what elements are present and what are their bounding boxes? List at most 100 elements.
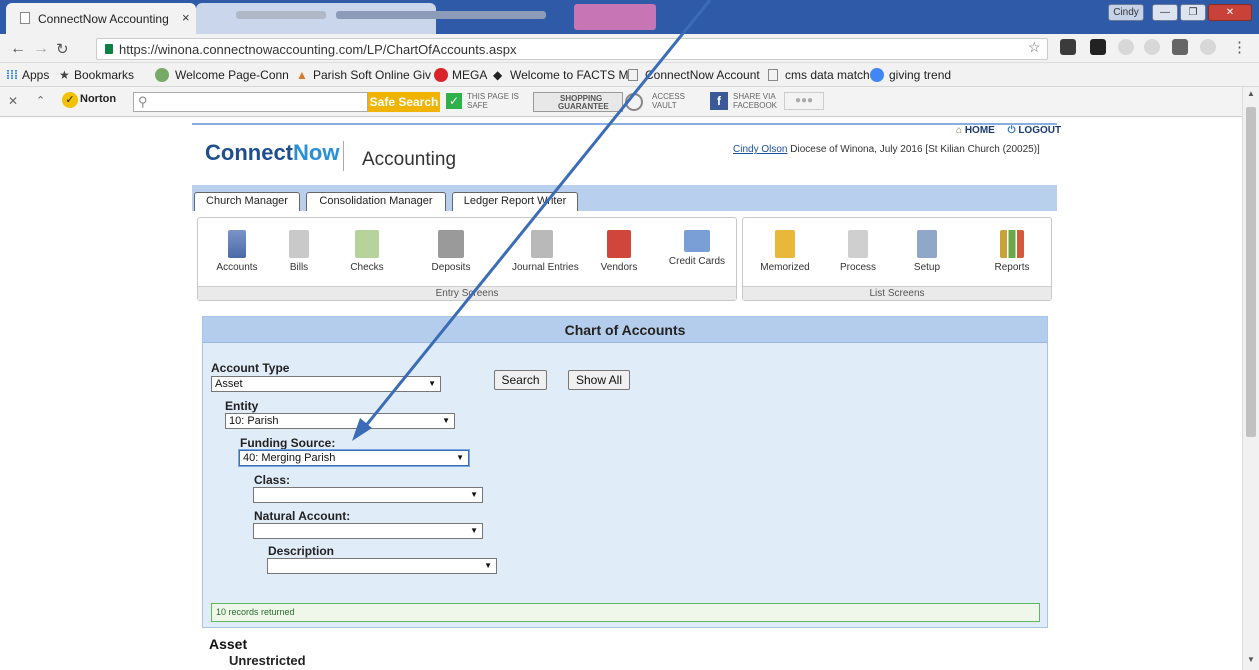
bookmark-parish-soft[interactable]: Parish Soft Online Giv [313, 68, 431, 82]
scroll-down-icon[interactable]: ▼ [1247, 655, 1255, 664]
blurred-image [574, 4, 656, 30]
logout-link[interactable]: LOGOUT [1018, 125, 1061, 136]
bookmark-connectnow[interactable]: ConnectNow Account [645, 68, 760, 82]
entity-label: Entity [225, 399, 259, 413]
tab-connectnow[interactable]: ConnectNow Accounting × [6, 3, 196, 34]
app-title: Accounting [362, 149, 457, 170]
class-select[interactable]: ▼ [253, 487, 483, 503]
journal-icon [531, 230, 553, 258]
bills-button[interactable]: Bills [269, 230, 329, 273]
reload-icon[interactable]: ↻ [56, 40, 69, 58]
vault-line2[interactable]: VAULT [652, 101, 677, 110]
bookmark-bookmarks[interactable]: Bookmarks [74, 68, 134, 82]
bookmarks-bar: ⁞⁞⁞ Apps ★ Bookmarks Welcome Page-Conn ▲… [0, 63, 1259, 87]
dropdown-arrow-icon: ▼ [428, 379, 436, 388]
profile-button[interactable]: Cindy [1108, 4, 1144, 21]
extension-icon[interactable] [1144, 39, 1160, 55]
vendors-button[interactable]: Vendors [589, 230, 649, 273]
shopping-guarantee-badge[interactable]: SHOPPING GUARANTEE [533, 92, 623, 112]
search-button[interactable]: Search [494, 370, 547, 390]
extension-icon[interactable] [1172, 39, 1188, 55]
back-icon[interactable]: ← [10, 40, 26, 58]
checks-button[interactable]: Checks [337, 230, 397, 273]
menu-icon[interactable]: ⋮ [1232, 38, 1247, 56]
setup-icon [917, 230, 937, 258]
account-type-label: Account Type [211, 361, 290, 375]
user-link[interactable]: Cindy Olson [733, 144, 787, 155]
tab-church-manager[interactable]: Church Manager [194, 192, 300, 211]
more-icon[interactable]: ●●● [784, 92, 824, 110]
logout-icon[interactable]: ⏻ [1008, 125, 1016, 136]
extension-icon[interactable] [1118, 39, 1134, 55]
asset-group-heading: Asset [209, 636, 248, 652]
norton-toolbar: ✕ ⌃ ✓ Norton ⚲ Safe Search ✓ THIS PAGE I… [0, 87, 1259, 117]
account-type-select[interactable]: Asset ▼ [211, 376, 441, 392]
facebook-icon[interactable]: f [710, 92, 728, 110]
lock-icon [105, 44, 113, 54]
dropdown-arrow-icon: ▼ [442, 416, 450, 425]
home-icon[interactable]: ⌂ [956, 125, 962, 136]
scroll-up-icon[interactable]: ▲ [1247, 89, 1255, 98]
page-icon [768, 69, 778, 81]
connectnow-logo[interactable]: ConnectNow [205, 140, 339, 166]
class-label: Class: [254, 473, 291, 487]
bill-icon [289, 230, 309, 258]
tab-consolidation-manager[interactable]: Consolidation Manager [306, 192, 446, 211]
ledger-icon [228, 230, 246, 258]
norton-logo: Norton [80, 93, 117, 105]
bank-icon [438, 230, 464, 258]
bookmark-cms[interactable]: cms data match [785, 68, 870, 82]
entity-select[interactable]: 10: Parish ▼ [225, 413, 455, 429]
vertical-scrollbar[interactable]: ▲ ▼ [1242, 87, 1259, 670]
close-icon[interactable]: ✕ [8, 94, 18, 108]
reports-button[interactable]: Reports [982, 230, 1042, 273]
accounts-button[interactable]: Accounts [207, 230, 267, 273]
restore-icon[interactable]: ❐ [1180, 4, 1206, 21]
home-link[interactable]: HOME [965, 125, 995, 136]
unrestricted-subheading: Unrestricted [229, 653, 306, 668]
scrollbar-thumb[interactable] [1246, 107, 1256, 437]
close-window-icon[interactable]: ✕ [1208, 4, 1252, 21]
blurred-text [336, 11, 546, 19]
bookmark-facts[interactable]: Welcome to FACTS M [510, 68, 628, 82]
funding-source-select[interactable]: 40: Merging Parish ▼ [239, 450, 469, 466]
bookmark-giving-trend[interactable]: giving trend [889, 68, 951, 82]
tab-title: ConnectNow Accounting [38, 12, 169, 26]
extension-icon[interactable] [1060, 39, 1076, 55]
norton-search-input[interactable]: ⚲ [133, 92, 368, 112]
check-writing-icon [355, 230, 379, 258]
star-icon[interactable]: ☆ [1028, 39, 1041, 56]
vault-icon [625, 93, 643, 111]
forward-icon[interactable]: → [33, 40, 49, 58]
show-all-button[interactable]: Show All [568, 370, 630, 390]
dropdown-arrow-icon: ▼ [470, 490, 478, 499]
vault-line1[interactable]: ACCESS [652, 92, 685, 101]
setup-button[interactable]: Setup [897, 230, 957, 273]
bookmark-welcome-page[interactable]: Welcome Page-Conn [175, 68, 289, 82]
minimize-icon[interactable]: — [1152, 4, 1178, 21]
extension-icon[interactable] [1200, 39, 1216, 55]
credit-cards-button[interactable]: Credit Cards [667, 230, 727, 267]
address-input[interactable]: https://winona.connectnowaccounting.com/… [96, 38, 1048, 60]
tab-ledger-report-writer[interactable]: Ledger Report Writer [452, 192, 578, 211]
chevron-up-icon[interactable]: ⌃ [36, 94, 45, 107]
safe-search-button[interactable]: Safe Search [368, 92, 440, 112]
user-context-text: Diocese of Winona, July 2016 [St Kilian … [790, 144, 1040, 155]
description-select[interactable]: ▼ [267, 558, 497, 574]
records-status: 10 records returned [211, 603, 1040, 622]
journal-entries-button[interactable]: Journal Entries [512, 230, 579, 273]
natural-account-select[interactable]: ▼ [253, 523, 483, 539]
top-links: ⌂ HOME ⏻ LOGOUT [956, 125, 1061, 136]
deposits-button[interactable]: Deposits [421, 230, 481, 273]
bar-chart-icon [1000, 230, 1024, 258]
user-context: Cindy Olson Diocese of Winona, July 2016… [733, 144, 1040, 155]
bookmark-mega[interactable]: MEGA [452, 68, 487, 82]
amazon-icon[interactable] [1090, 39, 1106, 55]
share-line1[interactable]: SHARE VIA [733, 92, 776, 101]
bookmark-apps[interactable]: Apps [22, 68, 49, 82]
memorized-button[interactable]: Memorized [755, 230, 815, 273]
page-icon [20, 12, 30, 24]
process-button[interactable]: Process [828, 230, 888, 273]
share-line2[interactable]: FACEBOOK [733, 101, 777, 110]
close-icon[interactable]: × [182, 10, 190, 25]
